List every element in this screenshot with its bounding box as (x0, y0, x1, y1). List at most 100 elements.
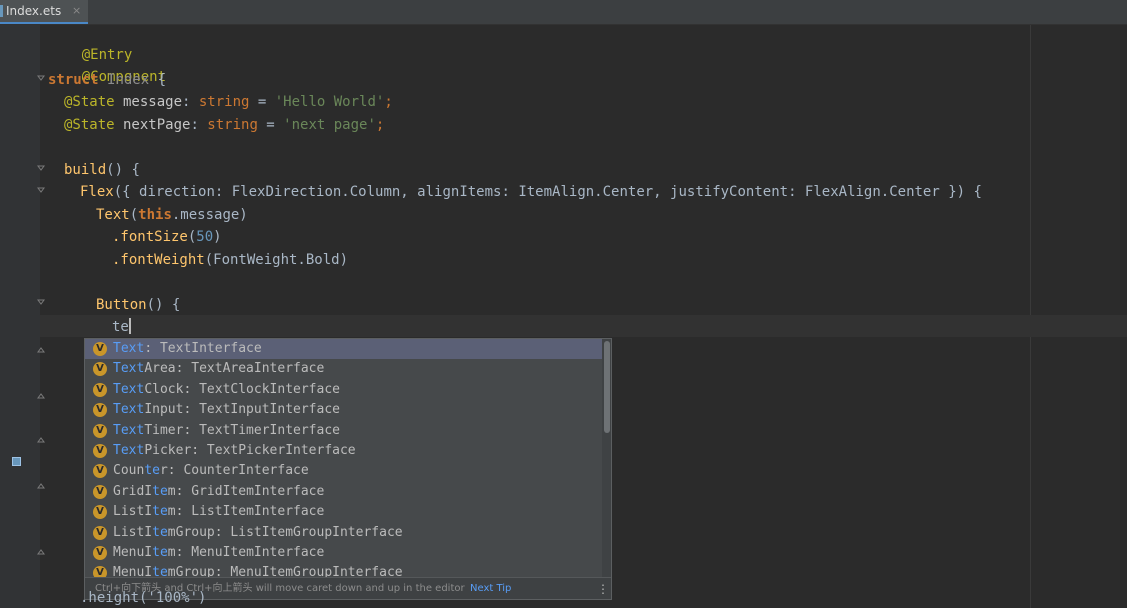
completion-item-label: Counter: CounterInterface (113, 463, 309, 479)
completion-item[interactable]: V Text: TextInterface (85, 339, 602, 359)
this-keyword: this (138, 207, 172, 223)
completion-item[interactable]: V ListItemGroup: ListItemGroupInterface (85, 523, 602, 543)
more-options-icon[interactable]: ⋮ (597, 578, 609, 599)
completion-item-label: GridItem: GridItemInterface (113, 483, 325, 499)
close-icon[interactable]: × (72, 0, 81, 22)
direction-value: : FlexDirection.Column, (214, 184, 418, 200)
completion-item-label: TextTimer: TextTimerInterface (113, 422, 340, 438)
completion-item[interactable]: V Counter: CounterInterface (85, 461, 602, 481)
code-line: Button() { (96, 295, 180, 315)
completion-popup[interactable]: V Text: TextInterface V TextArea: TextAreaI… (84, 338, 612, 600)
completion-item-label: ListItemGroup: ListItemGroupInterface (113, 524, 403, 540)
fold-close-icon[interactable] (37, 346, 45, 354)
completion-item-label: MenuItem: MenuItemInterface (113, 545, 325, 560)
completion-item[interactable]: V TextClock: TextClockInterface (85, 380, 602, 400)
message-field: message (114, 94, 183, 110)
struct-keyword: struct (48, 72, 99, 88)
flex-open: ({ (113, 184, 140, 200)
variable-icon: V (93, 525, 107, 540)
code-line: build() { (64, 160, 140, 180)
code-line-partial: .height('100%') (80, 590, 207, 606)
colon: : (190, 117, 208, 133)
completion-item[interactable]: V TextInput: TextInputInterface (85, 400, 602, 420)
variable-icon: V (93, 546, 107, 560)
fold-open-icon[interactable] (37, 298, 45, 306)
editor-tab-bar: Index.ets × (0, 0, 1127, 25)
flex-call: Flex (80, 184, 114, 200)
variable-icon: V (93, 362, 107, 377)
fontsize-value: 50 (196, 229, 214, 245)
fontweight-call: .fontWeight (112, 252, 205, 268)
completion-item-label: ListItem: ListItemInterface (113, 504, 325, 520)
code-line: .fontSize(50) (112, 227, 222, 247)
semicolon: ; (375, 117, 385, 133)
variable-icon: V (93, 484, 107, 499)
completion-item[interactable]: V TextTimer: TextTimerInterface (85, 421, 602, 441)
completion-item[interactable]: V TextPicker: TextPickerInterface (85, 441, 602, 461)
colon: : (182, 94, 199, 110)
string-type: string (207, 117, 258, 133)
variable-icon: V (93, 342, 107, 356)
tab-index-ets[interactable]: Index.ets × (0, 0, 88, 24)
build-parens: () { (106, 162, 140, 178)
next-tip-link[interactable]: Next Tip (470, 578, 511, 599)
paren: ) (213, 229, 222, 245)
fold-close-icon[interactable] (37, 392, 45, 400)
fold-open-icon[interactable] (37, 74, 45, 82)
completion-scroll-thumb[interactable] (604, 341, 610, 433)
code-line: @State nextPage: string = 'next page'; (64, 115, 384, 135)
variable-icon: V (93, 403, 107, 418)
completion-item[interactable]: V GridItem: GridItemInterface (85, 482, 602, 502)
typed-text: te (112, 319, 129, 335)
message-value: 'Hello World' (274, 94, 385, 110)
state-decorator: @State (64, 117, 115, 133)
code-line[interactable]: te (112, 317, 131, 337)
completion-item[interactable]: V MenuItem: MenuItemInterface (85, 543, 602, 563)
nextpage-value: 'next page' (283, 117, 376, 133)
completion-item[interactable]: V TextArea: TextAreaInterface (85, 359, 602, 379)
variable-icon: V (93, 464, 107, 479)
button-call: Button (96, 297, 147, 313)
code-line: Flex({ direction: FlexDirection.Column, … (80, 182, 982, 202)
fold-close-icon[interactable] (37, 482, 45, 490)
code-line: @Entry (48, 25, 133, 63)
struct-name: Index (107, 72, 150, 88)
editor-gutter (0, 25, 40, 608)
state-decorator: @State (64, 94, 115, 110)
fontweight-arg: (FontWeight.Bold) (204, 252, 349, 268)
code-line: struct Index { (48, 70, 166, 90)
fontsize-call: .fontSize (112, 229, 188, 245)
fold-open-icon[interactable] (37, 186, 45, 194)
fold-close-icon[interactable] (37, 436, 45, 444)
completion-item-label: TextInput: TextInputInterface (113, 402, 340, 418)
completion-item[interactable]: V ListItem: ListItemInterface (85, 502, 602, 522)
completion-item-label: TextArea: TextAreaInterface (113, 361, 325, 377)
build-function: build (64, 162, 107, 178)
fold-close-icon[interactable] (37, 548, 45, 556)
equals: = (249, 94, 275, 110)
semicolon: ; (384, 94, 393, 110)
code-line: .fontWeight(FontWeight.Bold) (112, 250, 348, 270)
text-caret (128, 318, 131, 334)
completion-item-label: TextPicker: TextPickerInterface (113, 443, 356, 458)
code-line: @Component (48, 47, 166, 85)
variable-icon: V (93, 444, 107, 458)
code-line: @State message: string = 'Hello World'; (64, 92, 393, 112)
tab-label: Index.ets (6, 4, 62, 18)
text-arg: .message) (171, 207, 248, 223)
paren: ( (129, 207, 139, 223)
justify-value: : FlexAlign.Center (788, 184, 949, 200)
fold-open-icon[interactable] (37, 164, 45, 172)
code-line: Text(this.message) (96, 205, 248, 225)
variable-icon: V (93, 382, 107, 397)
text-call: Text (96, 207, 130, 223)
variable-icon: V (93, 505, 107, 520)
flex-close: }) { (948, 184, 982, 200)
brace: { (149, 72, 167, 88)
justify-key: justifyContent (670, 184, 789, 200)
bookmark-icon[interactable] (12, 457, 21, 466)
completion-item-label: Text: TextInterface (113, 341, 262, 356)
file-icon (0, 5, 3, 17)
align-key: alignItems (417, 184, 502, 200)
align-value: : ItemAlign.Center, (501, 184, 671, 200)
